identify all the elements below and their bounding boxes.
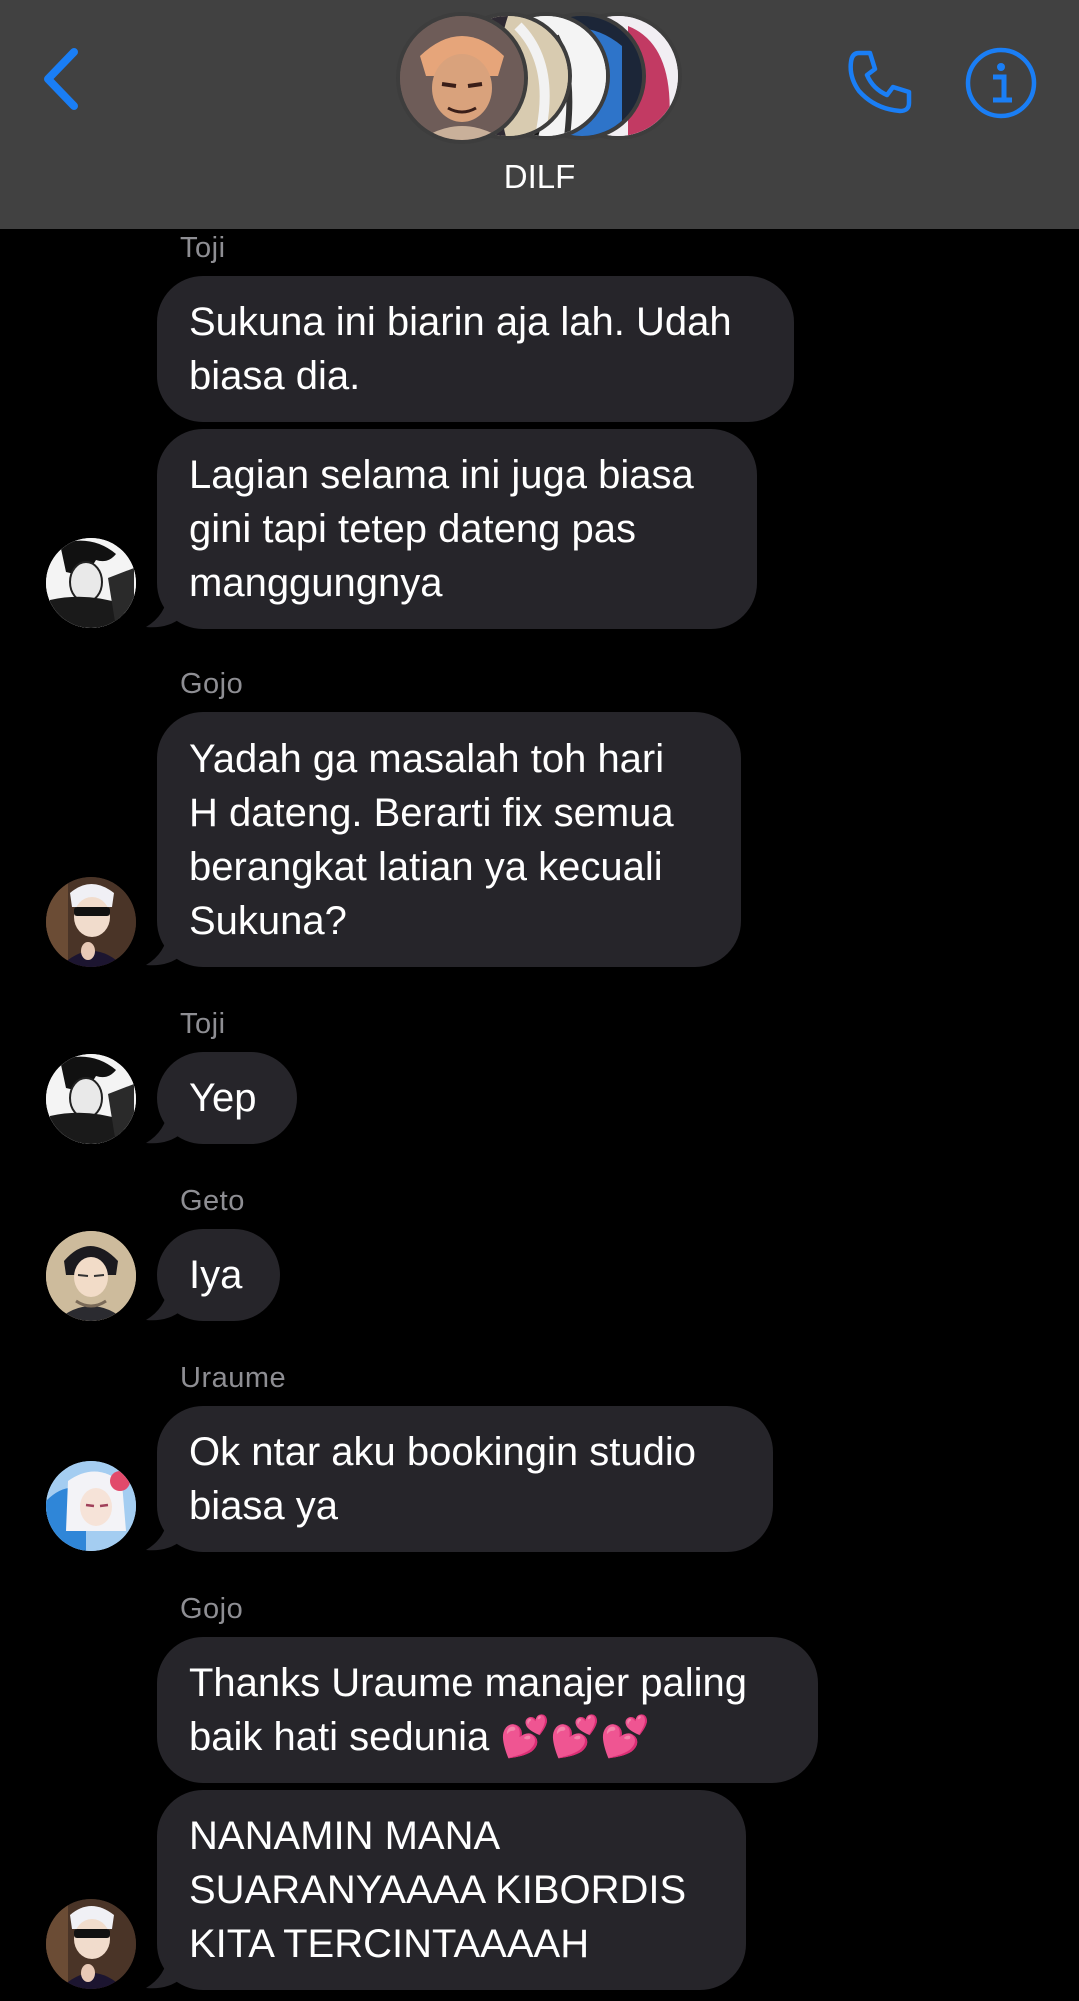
sender-name-toji: Toji [180, 232, 226, 264]
avatar-gojo[interactable] [46, 1899, 136, 1989]
message-text: Yadah ga masalah toh hari H dateng. Bera… [189, 736, 674, 943]
avatar-uraume[interactable] [46, 1461, 136, 1551]
message-bubble[interactable]: Yep [157, 1052, 297, 1144]
avatar-gojo[interactable] [46, 877, 136, 967]
phone-icon [848, 50, 912, 114]
back-button[interactable] [36, 42, 86, 116]
info-button[interactable] [963, 45, 1039, 121]
message-bubble[interactable]: Lagian selama ini juga biasa gini tapi t… [157, 429, 757, 629]
message-text: Iya [189, 1253, 243, 1297]
sender-name-gojo: Gojo [180, 1593, 244, 1625]
avatar-toji[interactable] [46, 1054, 136, 1144]
message-text: Ok ntar aku bookingin studio biasa ya [189, 1430, 696, 1528]
avatar-geto[interactable] [46, 1231, 136, 1321]
message-bubble[interactable]: Thanks Uraume manajer paling baik hati s… [157, 1637, 818, 1783]
info-icon [965, 47, 1037, 119]
message-bubble[interactable]: Iya [157, 1229, 280, 1321]
message-text: NANAMIN MANA SUARANYAAAA KIBORDIS KITA T… [189, 1814, 687, 1966]
message-bubble[interactable]: Sukuna ini biarin aja lah. Udah biasa di… [157, 276, 794, 422]
chevron-left-icon [44, 48, 78, 110]
sender-name-geto: Geto [180, 1185, 245, 1217]
message-text: Sukuna ini biarin aja lah. Udah biasa di… [189, 300, 732, 398]
avatar-toji[interactable] [46, 538, 136, 628]
message-text: Yep [189, 1076, 257, 1120]
message-text: Lagian selama ini juga biasa gini tapi t… [189, 453, 694, 605]
message-text: Thanks Uraume manajer paling baik hati s… [189, 1661, 748, 1759]
group-avatar-stack[interactable] [396, 12, 686, 144]
message-bubble[interactable]: Yadah ga masalah toh hari H dateng. Bera… [157, 712, 741, 967]
sender-name-toji: Toji [180, 1008, 226, 1040]
group-member-avatar-sukuna [396, 12, 528, 144]
sender-name-gojo: Gojo [180, 668, 244, 700]
call-button[interactable] [843, 45, 917, 119]
message-bubble[interactable]: Ok ntar aku bookingin studio biasa ya [157, 1406, 773, 1552]
sender-name-uraume: Uraume [180, 1362, 287, 1394]
message-bubble[interactable]: NANAMIN MANA SUARANYAAAA KIBORDIS KITA T… [157, 1790, 746, 1990]
chat-header: DILF [0, 0, 1079, 229]
group-name[interactable]: DILF [0, 158, 1079, 196]
